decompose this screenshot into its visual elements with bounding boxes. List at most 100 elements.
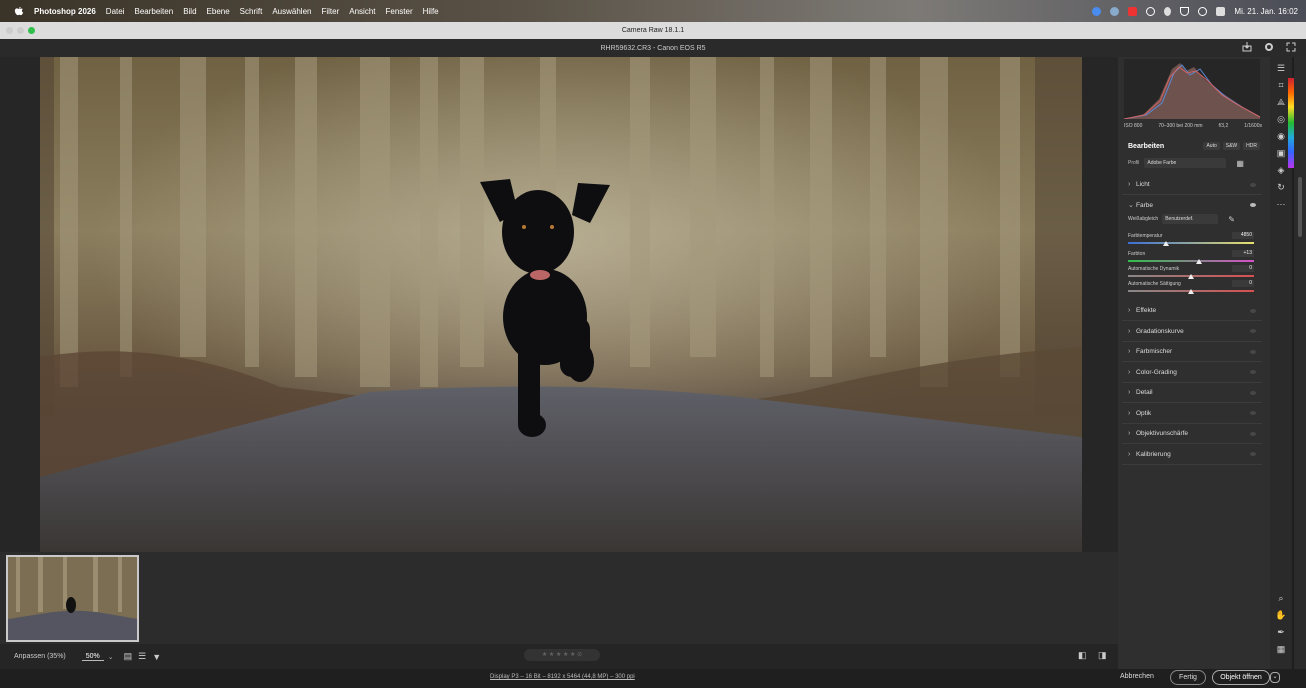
- done-button[interactable]: Fertig: [1170, 670, 1206, 685]
- slider-knob[interactable]: [1162, 241, 1169, 246]
- slider-knob[interactable]: [1188, 274, 1194, 279]
- slider-value-input[interactable]: +13: [1232, 250, 1254, 257]
- menu-ansicht[interactable]: Ansicht: [349, 7, 375, 16]
- slider-value-input[interactable]: 0: [1232, 265, 1254, 272]
- apple-icon[interactable]: [14, 6, 24, 16]
- cancel-button[interactable]: Abbrechen: [1120, 673, 1154, 680]
- filmstrip-view-icon[interactable]: ▤: [124, 651, 133, 662]
- section-detail[interactable]: › Detail: [1122, 383, 1262, 403]
- zoom-tool-icon[interactable]: ⌕: [1275, 592, 1287, 604]
- control-center-icon[interactable]: [1216, 6, 1226, 16]
- menu-app-name[interactable]: Photoshop 2026: [34, 7, 96, 16]
- visibility-icon[interactable]: [1250, 390, 1256, 395]
- network-icon[interactable]: [1110, 6, 1120, 16]
- snapshots-icon[interactable]: ◈: [1275, 164, 1287, 176]
- slider-knob[interactable]: [1195, 259, 1202, 264]
- app-status-icon[interactable]: [1092, 6, 1102, 16]
- visibility-icon[interactable]: [1250, 431, 1256, 436]
- section-gradationskurve[interactable]: › Gradationskurve: [1122, 322, 1262, 342]
- menu-clock[interactable]: Mi. 21. Jan. 16:02: [1234, 7, 1298, 16]
- image-canvas[interactable]: [0, 57, 1118, 552]
- main-photo[interactable]: [40, 57, 1082, 552]
- visibility-icon[interactable]: [1250, 452, 1256, 456]
- eyedropper-icon[interactable]: ✎: [1228, 215, 1235, 224]
- section-optik[interactable]: › Optik: [1122, 404, 1262, 424]
- menu-ebene[interactable]: Ebene: [207, 7, 230, 16]
- menu-auswaehlen[interactable]: Auswählen: [272, 7, 311, 16]
- slider-knob[interactable]: [1188, 289, 1194, 294]
- zoom-window-button[interactable]: [28, 27, 35, 34]
- zoom-level[interactable]: 50%: [81, 653, 104, 661]
- edit-tool-icon[interactable]: ☰: [1275, 62, 1287, 74]
- visibility-icon[interactable]: [1250, 203, 1256, 207]
- sort-icon[interactable]: ☰: [138, 651, 146, 662]
- exif-info: ISO 800 70–300 bei 200 mm f/3,2 1/1600s: [1124, 123, 1262, 129]
- gear-icon[interactable]: [1264, 42, 1274, 52]
- menu-bild[interactable]: Bild: [183, 7, 196, 16]
- fullscreen-icon[interactable]: [1286, 42, 1296, 52]
- star-rating[interactable]: ★ ★ ★ ★ ★ ⊘: [524, 649, 600, 661]
- visibility-icon[interactable]: [1250, 182, 1256, 187]
- more-icon[interactable]: ⋯: [1275, 198, 1287, 210]
- menu-bearbeiten[interactable]: Bearbeiten: [134, 7, 173, 16]
- menu-hilfe[interactable]: Hilfe: [423, 7, 439, 16]
- open-options-dropdown[interactable]: ⌄: [1270, 672, 1280, 683]
- filmstrip-thumbnail[interactable]: [6, 555, 139, 642]
- workflow-options-link[interactable]: Display P3 – 16 Bit – 8192 x 5464 (44,8 …: [490, 674, 635, 680]
- auto-button[interactable]: Auto: [1203, 142, 1220, 150]
- scrollbar-thumb[interactable]: [1298, 177, 1302, 237]
- chevron-right-icon: ›: [1128, 327, 1131, 335]
- close-window-button[interactable]: [6, 27, 13, 34]
- profile-browser-icon[interactable]: ▦: [1236, 159, 1244, 168]
- presets-icon[interactable]: ▣: [1275, 147, 1287, 159]
- color-sampler-icon[interactable]: ✒: [1275, 626, 1287, 638]
- refresh-icon[interactable]: ↻: [1275, 181, 1287, 193]
- section-farbe[interactable]: ⌄ Farbe: [1122, 195, 1262, 215]
- slider-label: Farbton: [1128, 251, 1146, 257]
- filter-icon[interactable]: ▼: [152, 652, 161, 662]
- menu-datei[interactable]: Datei: [106, 7, 125, 16]
- bw-button[interactable]: S&W: [1222, 142, 1241, 150]
- slider-saettigung[interactable]: Automatische Sättigung 0: [1128, 280, 1254, 297]
- section-effekte[interactable]: › Effekte: [1122, 301, 1262, 321]
- hdr-button[interactable]: HDR: [1243, 142, 1260, 150]
- fit-zoom-option[interactable]: Anpassen (35%): [14, 653, 66, 660]
- visibility-icon[interactable]: [1250, 411, 1256, 415]
- visibility-icon[interactable]: [1250, 370, 1256, 374]
- slider-farbtemperatur[interactable]: Farbtemperatur 4850: [1128, 232, 1254, 249]
- mail-icon[interactable]: [1128, 6, 1138, 16]
- wb-select[interactable]: Benutzerdef.: [1162, 214, 1219, 224]
- open-object-button[interactable]: Objekt öffnen: [1212, 670, 1270, 685]
- section-kalibrierung[interactable]: › Kalibrierung: [1122, 445, 1262, 465]
- mask-icon[interactable]: ◎: [1275, 113, 1287, 125]
- search-icon[interactable]: [1198, 6, 1208, 16]
- minimize-window-button[interactable]: [17, 27, 24, 34]
- wb-label: Weißabgleich: [1128, 216, 1159, 222]
- slider-value-input[interactable]: 0: [1232, 280, 1254, 287]
- save-icon[interactable]: [1242, 42, 1252, 52]
- menu-filter[interactable]: Filter: [321, 7, 339, 16]
- menu-schrift[interactable]: Schrift: [240, 7, 263, 16]
- bluetooth-icon[interactable]: [1164, 6, 1172, 16]
- before-after-icon[interactable]: ◨: [1098, 650, 1107, 661]
- wifi-icon[interactable]: [1180, 6, 1190, 16]
- crop-icon[interactable]: ⌗: [1275, 79, 1287, 91]
- visibility-icon[interactable]: [1250, 308, 1256, 313]
- visibility-icon[interactable]: [1250, 329, 1256, 333]
- grid-overlay-icon[interactable]: ▦: [1275, 643, 1287, 655]
- heal-icon[interactable]: ⟁: [1275, 96, 1287, 108]
- slider-value-input[interactable]: 4850: [1232, 232, 1254, 239]
- visibility-icon[interactable]: [1250, 349, 1256, 354]
- section-color-grading[interactable]: › Color-Grading: [1122, 363, 1262, 383]
- section-objektivunschaerfe[interactable]: › Objektivunschärfe: [1122, 424, 1262, 444]
- section-licht[interactable]: › Licht: [1122, 175, 1262, 195]
- hand-tool-icon[interactable]: ✋: [1275, 609, 1287, 621]
- record-icon[interactable]: [1146, 6, 1156, 16]
- zoom-dropdown-icon[interactable]: ⌄: [108, 653, 114, 661]
- menu-fenster[interactable]: Fenster: [386, 7, 413, 16]
- section-farbmischer[interactable]: › Farbmischer: [1122, 342, 1262, 362]
- compare-view-icon[interactable]: ◧: [1078, 650, 1087, 661]
- panel-scrollbar[interactable]: [1294, 57, 1306, 669]
- redeye-icon[interactable]: ◉: [1275, 130, 1287, 142]
- profile-select[interactable]: Adobe Farbe: [1144, 158, 1227, 168]
